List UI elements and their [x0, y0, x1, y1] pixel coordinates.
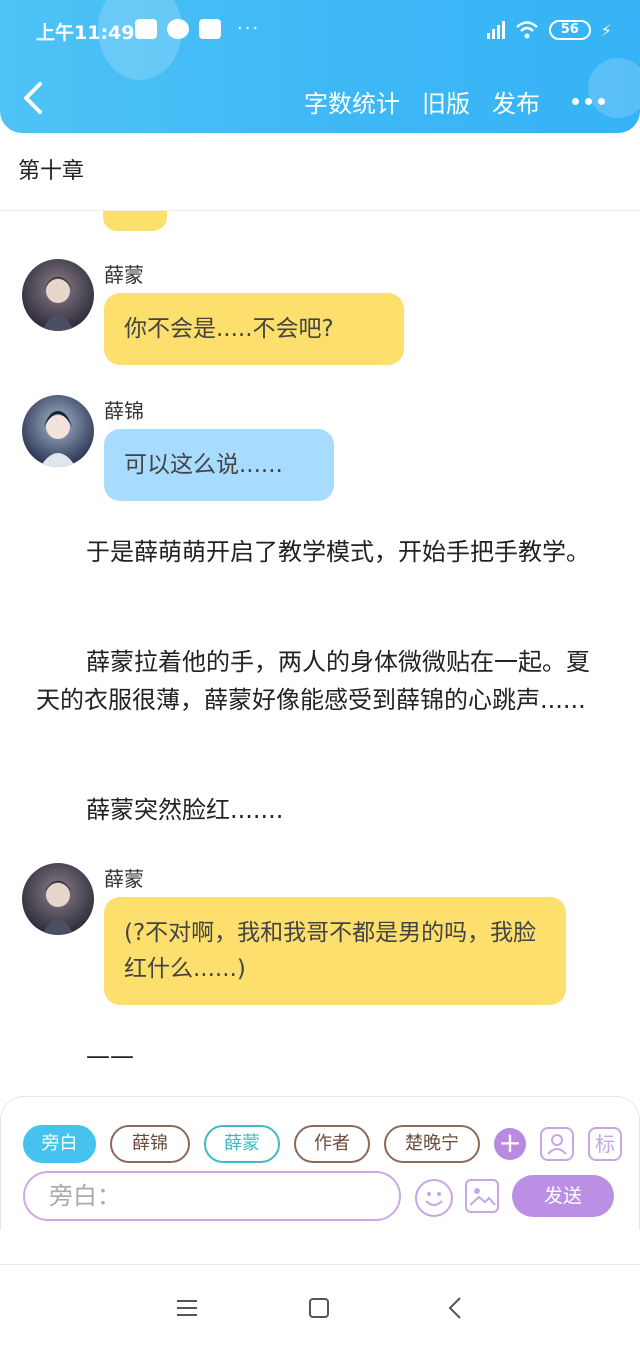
home-icon[interactable] — [309, 1298, 329, 1318]
chat-message: 薛蒙 (?不对啊，我和我哥不都是男的吗，我脸红什么......) — [22, 863, 622, 1023]
narration-paragraph[interactable]: 薛蒙拉着他的手，两人的身体微微贴在一起。夏天的衣服很薄，薛蒙好像能感受到薛锦的心… — [36, 643, 606, 719]
publish-button[interactable]: 发布 — [492, 84, 540, 119]
role-chip-xuemeng[interactable]: 薛蒙 — [204, 1125, 280, 1163]
wifi-icon — [515, 21, 538, 39]
message-bubble[interactable]: 可以这么说...... — [104, 429, 334, 501]
sender-name: 薛锦 — [104, 399, 144, 423]
add-role-button[interactable]: + — [494, 1128, 526, 1160]
charging-icon: ⚡ — [600, 20, 612, 40]
app-header: 上午11:49 ··· 56 ⚡ 字数统计 旧版 发布 — [0, 0, 640, 133]
role-chip-narrator[interactable]: 旁白 — [23, 1125, 96, 1163]
status-time: 上午11:49 — [36, 22, 135, 44]
status-bar: 上午11:49 ··· 56 ⚡ — [0, 10, 640, 50]
avatar[interactable] — [22, 395, 94, 467]
more-menu-icon[interactable] — [572, 98, 605, 105]
app-icon — [199, 18, 221, 39]
back-button[interactable] — [20, 78, 50, 118]
role-selector: 旁白 薛锦 薛蒙 作者 楚晚宁 + 标 — [23, 1125, 622, 1163]
battery-icon: 56 — [548, 20, 591, 40]
sender-name: 薛蒙 — [104, 867, 144, 891]
avatar[interactable] — [22, 863, 94, 935]
narration-paragraph[interactable]: —— — [36, 1037, 606, 1075]
composer-panel: 旁白 薛锦 薛蒙 作者 楚晚宁 + 标 发送 — [0, 1096, 640, 1230]
chat-content[interactable]: 薛蒙 你不会是.....不会吧? 薛锦 可以这么说...... 于是薛萌萌开启了… — [0, 211, 640, 1096]
message-bubble-partial — [103, 211, 167, 231]
signal-icon — [486, 21, 505, 39]
word-count-button[interactable]: 字数统计 — [304, 84, 400, 119]
send-button[interactable]: 发送 — [512, 1175, 614, 1217]
message-input[interactable] — [23, 1171, 401, 1221]
wechat-icon — [167, 18, 189, 39]
role-chip-xuejin[interactable]: 薛锦 — [110, 1125, 190, 1163]
emoji-icon[interactable] — [415, 1179, 453, 1217]
message-icon — [135, 18, 157, 39]
recent-apps-icon[interactable] — [177, 1300, 197, 1316]
tag-button[interactable]: 标 — [588, 1127, 622, 1161]
chat-message: 薛蒙 你不会是.....不会吧? — [22, 259, 622, 374]
chapter-title[interactable]: 第十章 — [0, 133, 640, 211]
header-actions: 字数统计 旧版 发布 — [304, 84, 605, 119]
more-notifications-icon: ··· — [237, 18, 261, 39]
narration-paragraph[interactable]: 薛蒙突然脸红....... — [36, 791, 606, 829]
system-nav-bar — [0, 1264, 640, 1351]
system-back-icon[interactable] — [445, 1295, 465, 1321]
sender-name: 薛蒙 — [104, 263, 144, 287]
narration-paragraph[interactable]: 于是薛萌萌开启了教学模式，开始手把手教学。 — [36, 533, 606, 571]
chevron-left-icon — [24, 82, 42, 114]
message-bubble[interactable]: 你不会是.....不会吧? — [104, 293, 404, 365]
role-chip-chuwanning[interactable]: 楚晚宁 — [384, 1125, 480, 1163]
role-chip-author[interactable]: 作者 — [294, 1125, 370, 1163]
avatar[interactable] — [22, 259, 94, 331]
chat-message: 薛锦 可以这么说...... — [22, 395, 622, 510]
input-row: 发送 — [23, 1171, 614, 1221]
message-bubble[interactable]: (?不对啊，我和我哥不都是男的吗，我脸红什么......) — [104, 897, 566, 1005]
status-notification-icons: ··· — [135, 18, 260, 39]
old-version-button[interactable]: 旧版 — [422, 84, 470, 119]
contact-icon[interactable] — [540, 1127, 574, 1161]
image-icon[interactable] — [465, 1179, 499, 1213]
status-system-icons: 56 ⚡ — [486, 20, 612, 40]
